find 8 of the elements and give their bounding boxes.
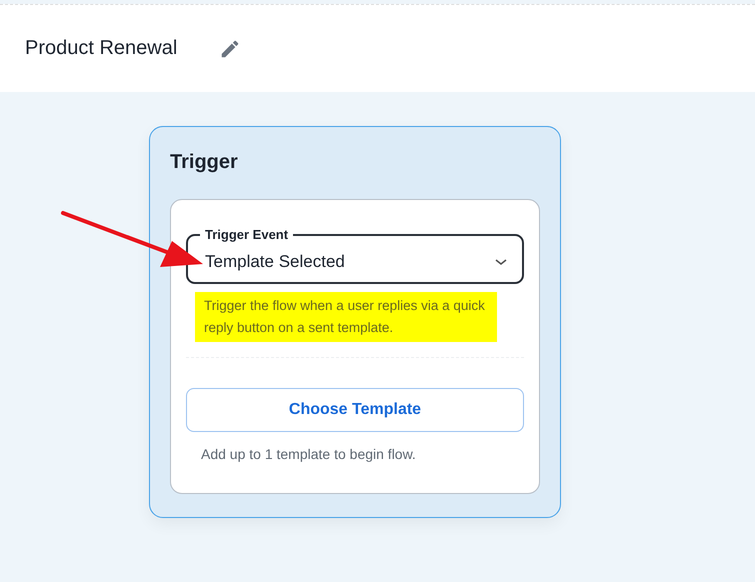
trigger-description: Trigger the flow when a user replies via a quick reply button on a sent template. [195,292,497,342]
trigger-node[interactable]: Trigger Trigger Event Template Selected Trigger the flow when a user replies via a quick reply button on a sent template. Choose Template Add up to 1 template to begin flow. [149,126,561,518]
edit-icon[interactable] [219,38,242,60]
flow-title: Product Renewal [25,37,178,60]
node-title: Trigger [170,151,239,174]
choose-template-button[interactable]: Choose Template [186,388,524,432]
chevron-down-icon [494,257,508,267]
template-limit-note: Add up to 1 template to begin flow. [201,446,417,462]
